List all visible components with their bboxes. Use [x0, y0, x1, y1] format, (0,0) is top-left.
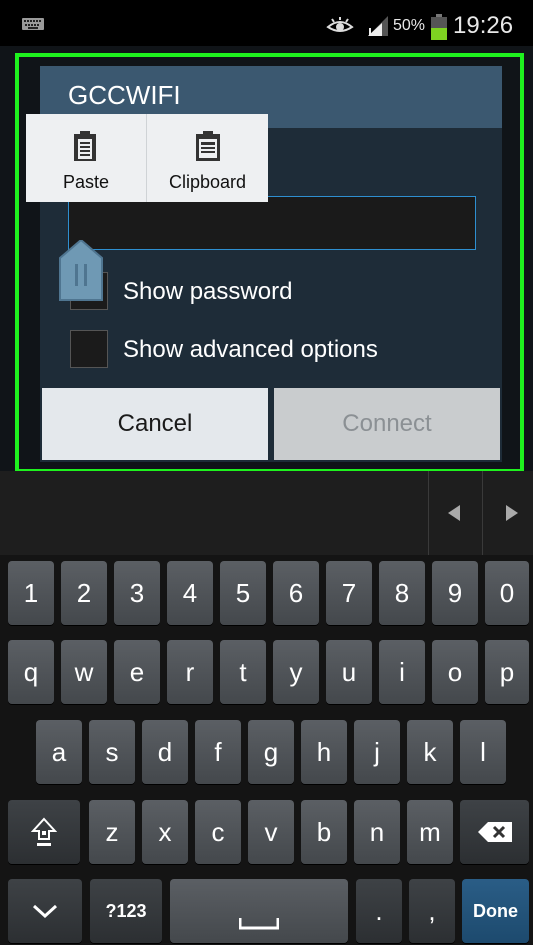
clipboard-label: Clipboard [168, 172, 247, 192]
key-9[interactable]: 9 [432, 561, 478, 625]
password-input[interactable] [68, 196, 476, 250]
key-3[interactable]: 3 [114, 561, 160, 625]
key-o[interactable]: o [432, 640, 478, 704]
key-a[interactable]: a [36, 720, 82, 784]
period-key[interactable]: . [356, 879, 402, 943]
space-bar-icon [239, 918, 279, 930]
comma-key[interactable]: , [409, 879, 455, 943]
key-b[interactable]: b [301, 800, 347, 864]
key-7[interactable]: 7 [326, 561, 372, 625]
key-n[interactable]: n [354, 800, 400, 864]
done-key[interactable]: Done [462, 879, 529, 943]
backspace-key[interactable] [460, 800, 529, 864]
key-c[interactable]: c [195, 800, 241, 864]
key-k[interactable]: k [407, 720, 453, 784]
key-y[interactable]: y [273, 640, 319, 704]
show-password-row[interactable]: Show password [70, 272, 490, 312]
keyboard-notification-icon [22, 18, 44, 30]
key-z[interactable]: z [89, 800, 135, 864]
key-l[interactable]: l [460, 720, 506, 784]
signal-strength-icon [368, 16, 388, 36]
show-advanced-options-checkbox[interactable] [70, 330, 108, 368]
key-w[interactable]: w [61, 640, 107, 704]
key-v[interactable]: v [248, 800, 294, 864]
paste-icon [74, 131, 96, 161]
smart-stay-eye-icon [326, 17, 354, 32]
key-h[interactable]: h [301, 720, 347, 784]
key-f[interactable]: f [195, 720, 241, 784]
clipboard-option[interactable]: Clipboard [147, 114, 268, 202]
key-u[interactable]: u [326, 640, 372, 704]
key-q[interactable]: q [8, 640, 54, 704]
dialog-title: GCCWIFI [68, 80, 181, 110]
key-4[interactable]: 4 [167, 561, 213, 625]
show-advanced-options-label: Show advanced options [123, 336, 378, 363]
shift-icon [31, 817, 57, 846]
status-bar: 50% 19:26 [0, 0, 533, 46]
paste-popup: Paste Clipboard [26, 114, 268, 202]
key-2[interactable]: 2 [61, 561, 107, 625]
key-p[interactable]: p [485, 640, 529, 704]
clock: 19:26 [453, 12, 514, 39]
key-i[interactable]: i [379, 640, 425, 704]
key-6[interactable]: 6 [273, 561, 319, 625]
paste-label: Paste [62, 172, 110, 192]
key-8[interactable]: 8 [379, 561, 425, 625]
key-s[interactable]: s [89, 720, 135, 784]
suggestion-strip [0, 471, 533, 555]
show-password-label: Show password [123, 278, 293, 305]
key-g[interactable]: g [248, 720, 294, 784]
cursor-right-icon[interactable] [505, 505, 519, 521]
text-cursor-handle-icon[interactable] [58, 240, 104, 302]
shift-key[interactable] [8, 800, 80, 864]
hide-keyboard-key[interactable] [8, 879, 82, 943]
key-1[interactable]: 1 [8, 561, 54, 625]
cursor-left-icon[interactable] [447, 505, 461, 521]
strip-divider [482, 471, 483, 555]
key-r[interactable]: r [167, 640, 213, 704]
strip-divider [428, 471, 429, 555]
battery-icon [431, 14, 447, 40]
key-5[interactable]: 5 [220, 561, 266, 625]
show-advanced-options-row[interactable]: Show advanced options [70, 330, 490, 370]
battery-percent: 50% [393, 17, 426, 34]
space-key[interactable] [170, 879, 348, 943]
key-j[interactable]: j [354, 720, 400, 784]
cancel-button[interactable]: Cancel [42, 388, 268, 460]
key-t[interactable]: t [220, 640, 266, 704]
key-x[interactable]: x [142, 800, 188, 864]
clipboard-icon [195, 131, 220, 161]
symbols-key[interactable]: ?123 [90, 879, 162, 943]
keyboard: 1 2 3 4 5 6 7 8 9 0 q w e r t y u i o p … [0, 555, 533, 945]
key-d[interactable]: d [142, 720, 188, 784]
key-e[interactable]: e [114, 640, 160, 704]
paste-option[interactable]: Paste [26, 114, 146, 202]
key-0[interactable]: 0 [485, 561, 529, 625]
connect-button[interactable]: Connect [274, 388, 500, 460]
key-m[interactable]: m [407, 800, 453, 864]
chevron-down-icon [32, 904, 58, 918]
backspace-icon [477, 822, 512, 842]
